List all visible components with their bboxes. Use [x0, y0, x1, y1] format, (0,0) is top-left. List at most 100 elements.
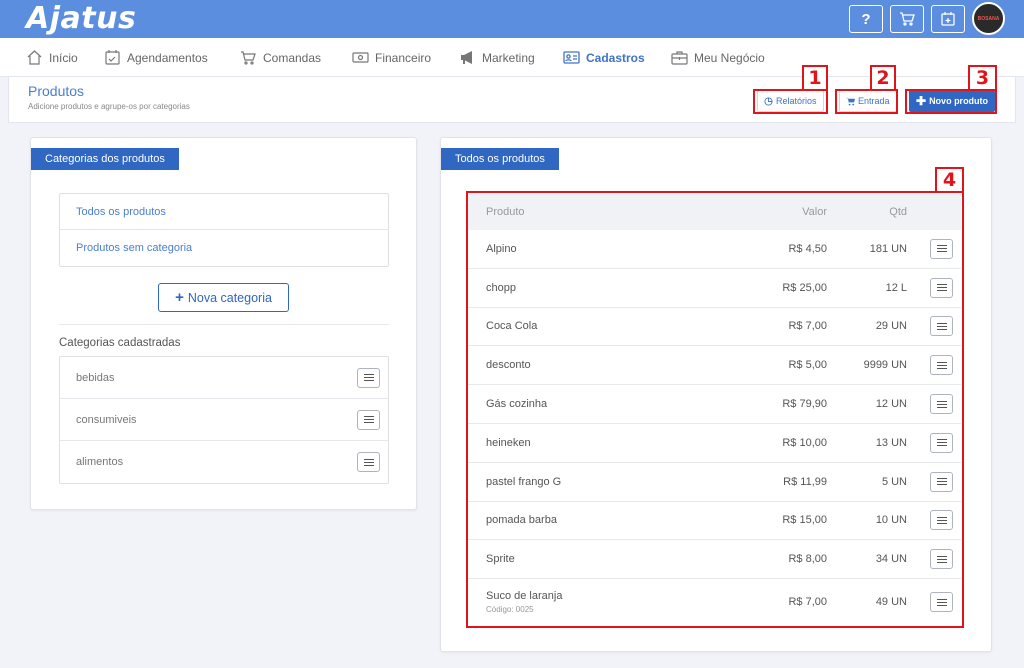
chart-pie-icon — [764, 96, 773, 106]
nav-label: Meu Negócio — [694, 50, 765, 65]
annotation-number-3: 3 — [968, 65, 997, 91]
table-row[interactable]: pomada barba R$ 15,00 10 UN — [468, 502, 961, 541]
table-row[interactable]: pastel frango G R$ 11,99 5 UN — [468, 463, 961, 502]
table-row[interactable]: Alpino R$ 4,50 181 UN — [468, 230, 961, 269]
top-bar: Ajatus ? BOSANA — [0, 0, 1024, 38]
relatorios-button[interactable]: Relatórios — [757, 90, 824, 112]
product-qty: 12 UN — [875, 398, 907, 411]
table-row[interactable]: heineken R$ 10,00 13 UN — [468, 424, 961, 463]
page-title: Produtos — [28, 83, 85, 99]
help-button[interactable]: ? — [849, 5, 883, 33]
briefcase-icon — [671, 51, 688, 65]
megaphone-icon — [461, 51, 472, 64]
nav-label: Marketing — [482, 50, 535, 65]
nav-item-agendamentos[interactable]: Agendamentos — [104, 38, 208, 77]
calendar-add-button[interactable] — [931, 5, 965, 33]
nav-item-meu-negocio[interactable]: Meu Negócio — [671, 38, 765, 77]
category-menu-button[interactable] — [357, 409, 380, 430]
product-menu-button[interactable] — [930, 592, 953, 613]
nav-item-financeiro[interactable]: Financeiro — [352, 38, 431, 77]
table-row[interactable]: Gás cozinha R$ 79,90 12 UN — [468, 385, 961, 424]
menu-icon — [936, 439, 947, 441]
nova-categoria-button[interactable]: + Nova categoria — [158, 283, 289, 312]
all-products-link[interactable]: Todos os produtos — [60, 194, 388, 230]
product-value: R$ 7,00 — [788, 320, 827, 333]
product-name: heineken — [486, 436, 531, 449]
product-menu-button[interactable] — [930, 471, 953, 492]
uncategorized-products-link[interactable]: Produtos sem categoria — [60, 230, 388, 266]
menu-icon — [363, 458, 374, 460]
menu-icon — [936, 361, 947, 363]
annotation-number-1: 1 — [802, 65, 828, 91]
product-qty: 34 UN — [875, 553, 907, 566]
cart-button[interactable] — [890, 5, 924, 33]
help-icon: ? — [861, 10, 871, 28]
column-header-valor: Valor — [802, 206, 827, 218]
home-icon — [27, 50, 42, 65]
annotation-number-2: 2 — [870, 65, 896, 91]
plus-icon: + — [175, 289, 184, 306]
product-qty: 13 UN — [875, 436, 907, 449]
product-menu-button[interactable] — [930, 277, 953, 298]
menu-icon — [936, 598, 947, 600]
category-menu-button[interactable] — [357, 452, 380, 472]
product-name: Coca Cola — [486, 320, 538, 333]
product-qty: 10 UN — [875, 514, 907, 527]
novo-produto-label: Novo produto — [929, 96, 989, 106]
table-row[interactable]: Coca Cola R$ 7,00 29 UN — [468, 308, 961, 347]
menu-icon — [936, 322, 947, 324]
table-row[interactable]: Sprite R$ 8,00 34 UN — [468, 540, 961, 580]
category-menu-button[interactable] — [357, 367, 380, 388]
table-row[interactable]: Suco de laranja Código: 0025 R$ 7,00 49 … — [468, 579, 961, 625]
category-name: alimentos — [76, 456, 124, 468]
product-value: R$ 15,00 — [782, 514, 827, 527]
product-name: Suco de laranja — [486, 590, 563, 603]
product-value: R$ 11,99 — [783, 475, 827, 488]
category-row: bebidas — [60, 357, 388, 399]
divider — [59, 324, 389, 325]
nav-item-cadastros[interactable]: Cadastros — [563, 38, 645, 77]
relatorios-label: Relatórios — [776, 96, 817, 106]
category-row: consumiveis — [60, 399, 388, 441]
product-menu-button[interactable] — [930, 394, 953, 415]
product-qty: 49 UN — [875, 596, 907, 609]
product-menu-button[interactable] — [930, 238, 953, 259]
page-header: Produtos Adicione produtos e agrupe-os p… — [8, 77, 1016, 123]
user-avatar[interactable]: BOSANA — [972, 2, 1005, 35]
entrada-button[interactable]: Entrada — [839, 90, 897, 112]
menu-icon — [936, 555, 947, 557]
novo-produto-button[interactable]: ✚ Novo produto — [909, 90, 996, 112]
product-value: R$ 5,00 — [788, 359, 827, 372]
avatar-text: BOSANA — [977, 15, 1000, 22]
plus-icon: ✚ — [916, 94, 927, 108]
nav-item-comandas[interactable]: Comandas — [240, 38, 321, 77]
calendar-plus-icon — [941, 12, 955, 26]
categories-card-title: Categorias dos produtos — [31, 148, 179, 170]
product-menu-button[interactable] — [930, 510, 953, 531]
cart-icon — [846, 97, 855, 106]
product-qty: 9999 UN — [863, 359, 907, 372]
id-card-icon — [563, 51, 580, 64]
menu-icon — [936, 284, 947, 286]
entrada-label: Entrada — [858, 96, 890, 106]
product-value: R$ 8,00 — [788, 553, 827, 566]
calendar-check-icon — [105, 50, 120, 65]
app-logo[interactable]: Ajatus — [26, 2, 136, 36]
column-header-produto: Produto — [486, 206, 525, 218]
product-name: Gás cozinha — [486, 398, 548, 411]
table-row[interactable]: desconto R$ 5,00 9999 UN — [468, 346, 961, 386]
category-name: consumiveis — [76, 413, 137, 426]
table-row[interactable]: chopp R$ 25,00 12 L — [468, 269, 961, 308]
product-value: R$ 25,00 — [782, 281, 827, 294]
nav-label: Financeiro — [375, 50, 432, 65]
product-menu-button[interactable] — [930, 549, 953, 570]
product-menu-button[interactable] — [930, 432, 953, 453]
money-icon — [352, 52, 369, 63]
nav-label: Início — [49, 50, 78, 65]
table-header: Produto Valor Qtd — [468, 194, 961, 230]
nav-item-marketing[interactable]: Marketing — [459, 38, 535, 77]
nav-item-inicio[interactable]: Início — [26, 38, 78, 77]
menu-icon — [936, 245, 947, 247]
product-menu-button[interactable] — [930, 355, 953, 376]
product-menu-button[interactable] — [930, 316, 953, 337]
